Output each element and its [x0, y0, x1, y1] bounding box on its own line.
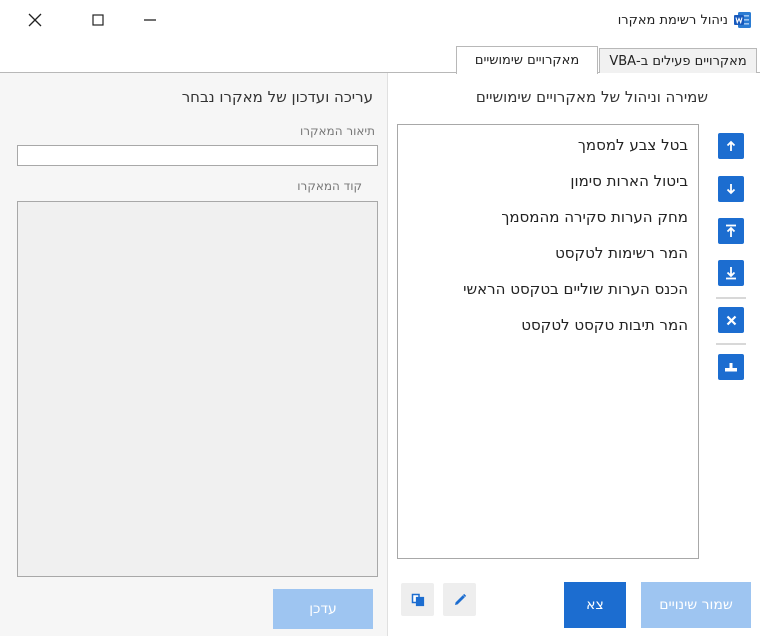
description-input[interactable] — [17, 145, 378, 166]
insert-button[interactable] — [718, 354, 744, 380]
side-toolbar-divider — [716, 297, 746, 299]
move-to-bottom-icon — [726, 267, 736, 280]
side-toolbar-divider — [716, 343, 746, 345]
list-item[interactable]: בטל צבע למסמך — [398, 127, 698, 163]
delete-button[interactable] — [718, 307, 744, 333]
update-button[interactable]: עדכן — [273, 589, 373, 629]
editor-panel: עריכה ועדכון של מאקרו נבחר תיאור המאקרו … — [0, 73, 388, 636]
maximize-icon — [92, 14, 104, 26]
list-item[interactable]: מחק הערות סקירה מהמסמך — [398, 199, 698, 235]
move-down-button[interactable] — [718, 176, 744, 202]
list-item[interactable]: ביטול הארות סימון — [398, 163, 698, 199]
tab-active-vba-macros[interactable]: מאקרויים פעילים ב-VBA — [599, 48, 757, 73]
minimize-button[interactable] — [130, 0, 170, 40]
manager-heading: שמירה וניהול של מאקרויים שימושיים — [475, 88, 708, 106]
close-icon — [28, 13, 42, 27]
delete-icon — [726, 315, 736, 325]
manager-panel: שמירה וניהול של מאקרויים שימושיים בטל צב… — [389, 73, 760, 636]
move-up-button[interactable] — [718, 133, 744, 159]
editor-heading: עריכה ועדכון של מאקרו נבחר — [181, 88, 373, 106]
list-item[interactable]: הכנס הערות שוליים בטקסט הראשי — [398, 271, 698, 307]
move-to-bottom-button[interactable] — [718, 260, 744, 286]
code-label: קוד המאקרו — [297, 179, 362, 193]
copy-button[interactable] — [401, 583, 434, 616]
minimize-icon — [144, 19, 156, 21]
description-label: תיאור המאקרו — [299, 124, 375, 138]
tab-strip: מאקרויים פעילים ב-VBA מאקרויים שימושיים — [0, 44, 760, 74]
arrow-down-icon — [726, 184, 736, 195]
word-icon — [734, 11, 752, 29]
list-item[interactable]: המר רשימות לטקסט — [398, 235, 698, 271]
save-changes-button[interactable]: שמור שינויים — [641, 582, 751, 628]
copy-icon — [411, 593, 424, 606]
pencil-icon — [454, 593, 466, 605]
title-bar: ניהול רשימת מאקרו — [0, 0, 760, 40]
exit-button[interactable]: צא — [564, 582, 626, 628]
edit-button[interactable] — [443, 583, 476, 616]
move-to-top-icon — [726, 224, 736, 237]
macro-list[interactable]: בטל צבע למסמך ביטול הארות סימון מחק הערו… — [397, 124, 699, 559]
close-button[interactable] — [15, 0, 55, 40]
insert-icon — [725, 363, 737, 372]
tab-label: מאקרויים שימושיים — [474, 53, 580, 68]
code-editor[interactable] — [17, 201, 378, 577]
tab-label: מאקרויים פעילים ב-VBA — [609, 53, 747, 69]
list-item[interactable]: המר תיבות טקסט לטקסט — [398, 307, 698, 343]
window-title: ניהול רשימת מאקרו — [617, 12, 728, 28]
maximize-button[interactable] — [78, 0, 118, 40]
move-to-top-button[interactable] — [718, 218, 744, 244]
arrow-up-icon — [726, 140, 736, 151]
tab-useful-macros[interactable]: מאקרויים שימושיים — [456, 46, 598, 74]
window-title-area: ניהול רשימת מאקרו — [618, 10, 752, 30]
